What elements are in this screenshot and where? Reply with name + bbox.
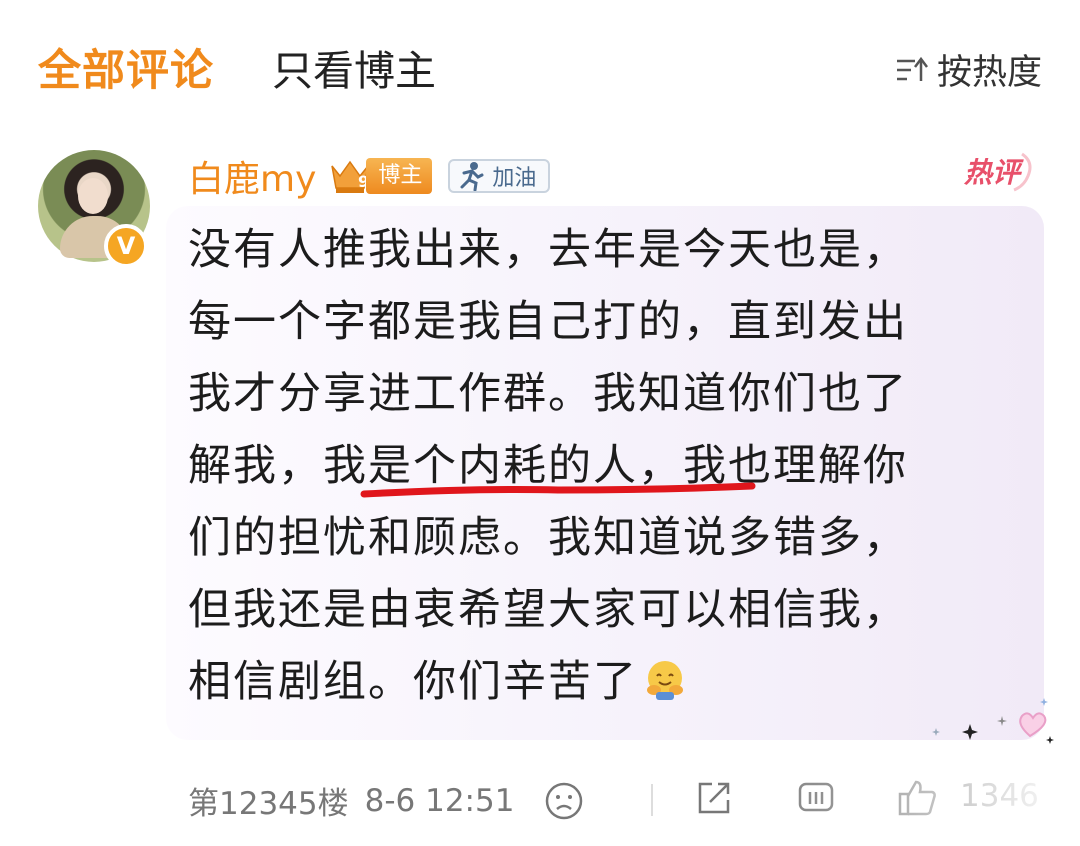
username[interactable]: 白鹿my bbox=[188, 150, 316, 202]
sparkle-heart-decoration bbox=[932, 698, 1054, 744]
cheer-badge[interactable]: 加油 bbox=[448, 159, 551, 193]
dislike-face-icon[interactable] bbox=[544, 781, 584, 821]
tab-author-only[interactable]: 只看博主 bbox=[272, 37, 436, 97]
tab-all-comments[interactable]: 全部评论 bbox=[38, 36, 214, 98]
sort-icon bbox=[896, 56, 928, 81]
comment-line: 但我还是由衷希望大家可以相信我， bbox=[188, 585, 908, 635]
comment-header: 白鹿my 9 博主 加油 bbox=[188, 150, 551, 202]
avatar-face bbox=[78, 178, 108, 214]
comment-line: 每一个字都是我自己打的，直到发出 bbox=[188, 297, 908, 347]
comment-line: 们的担忧和顾虑。我知道说多错多， bbox=[188, 513, 908, 563]
comment-line-last: 相信剧组。你们辛苦了 bbox=[188, 646, 1034, 718]
hot-label: 热评 bbox=[964, 156, 1024, 189]
sort-label: 按热度 bbox=[936, 53, 1042, 93]
hug-emoji-icon bbox=[647, 661, 683, 700]
comment-line: 我才分享进工作群。我知道你们也了 bbox=[188, 369, 908, 419]
running-person-icon bbox=[460, 162, 484, 191]
verified-badge-icon: V bbox=[104, 224, 148, 268]
red-underline-annotation bbox=[360, 482, 756, 498]
author-tag: 博主 bbox=[366, 158, 433, 194]
comment-tabs: 全部评论 只看博主 bbox=[38, 36, 436, 98]
footer-divider bbox=[651, 784, 653, 816]
timestamp: 8-6 12:51 bbox=[364, 782, 515, 819]
floor-number: 第12345楼 bbox=[188, 786, 349, 822]
comment-footer: 第12345楼 8-6 12:51 bbox=[188, 778, 584, 823]
comment-text: 没有人推我出来，去年是今天也是， 每一个字都是我自己打的，直到发出 我才分享进工… bbox=[188, 214, 1034, 718]
comment-line: 没有人推我出来，去年是今天也是， bbox=[188, 225, 908, 275]
cheer-label: 加油 bbox=[492, 166, 537, 191]
hot-comment-badge: 热评 bbox=[964, 152, 1032, 192]
bottom-right-fade-overlay bbox=[720, 770, 1080, 830]
sort-by-heat-button[interactable]: 按热度 bbox=[895, 44, 1042, 95]
comment-line: 相信剧组。你们辛苦了 bbox=[188, 657, 638, 707]
